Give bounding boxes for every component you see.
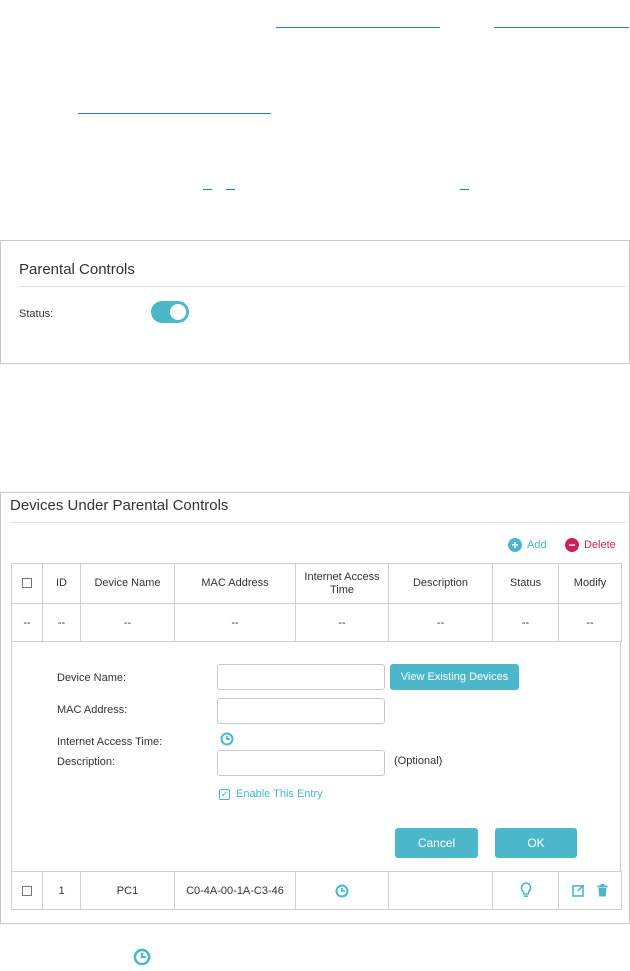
link-underline — [276, 27, 440, 28]
row-device-name: PC1 — [80, 871, 175, 910]
devices-data-table: 1 PC1 C0-4A-00-1A-C3-46 — [11, 871, 622, 910]
delete-label: Delete — [584, 539, 616, 551]
device-name-input[interactable] — [217, 664, 385, 690]
clock-icon[interactable] — [220, 730, 234, 748]
col-header: MAC Address — [174, 563, 296, 604]
enable-entry-label: Enable This Entry — [236, 788, 323, 800]
row-internet-access-time — [295, 871, 389, 910]
panel-divider — [19, 286, 627, 287]
add-button[interactable]: + Add — [508, 538, 547, 552]
placeholder-cell: -- — [42, 603, 81, 642]
ok-button[interactable]: OK — [495, 828, 577, 858]
row-select-cell[interactable] — [11, 871, 43, 910]
placeholder-cell: -- — [388, 603, 493, 642]
table-header-row: ID Device Name MAC Address Internet Acce… — [11, 563, 622, 604]
placeholder-cell: -- — [492, 603, 559, 642]
table-row-placeholder: -- -- -- -- -- -- -- -- — [11, 603, 622, 642]
checkmark-icon: ✓ — [219, 788, 230, 800]
col-header: Device Name — [80, 563, 175, 604]
mac-address-label: MAC Address: — [57, 704, 128, 716]
devices-panel: Devices Under Parental Controls + Add − … — [0, 492, 630, 924]
col-header: Modify — [558, 563, 622, 604]
link-underline — [203, 189, 212, 190]
placeholder-cell: -- — [11, 603, 43, 642]
mac-address-input[interactable] — [217, 698, 385, 724]
status-label: Status: — [19, 308, 54, 320]
select-all-checkbox[interactable] — [22, 578, 32, 589]
link-underline — [460, 189, 469, 190]
panel-divider — [10, 522, 627, 523]
view-existing-devices-button[interactable]: View Existing Devices — [390, 664, 519, 690]
minus-icon: − — [565, 538, 579, 552]
parental-controls-panel: Parental Controls Status: — [0, 240, 630, 364]
status-toggle[interactable] — [151, 301, 189, 323]
panel-title: Devices Under Parental Controls — [10, 497, 229, 514]
row-id: 1 — [42, 871, 81, 910]
panel-title: Parental Controls — [19, 261, 135, 278]
row-checkbox[interactable] — [22, 885, 32, 896]
table-row: 1 PC1 C0-4A-00-1A-C3-46 — [11, 871, 622, 910]
col-header: ID — [42, 563, 81, 604]
row-description — [388, 871, 493, 910]
select-all-cell[interactable] — [11, 563, 43, 604]
enable-entry-checkbox[interactable]: ✓ Enable This Entry — [219, 788, 323, 800]
row-status — [492, 871, 559, 910]
cancel-button[interactable]: Cancel — [395, 828, 478, 858]
row-modify — [558, 871, 622, 910]
description-input[interactable] — [217, 750, 385, 776]
clock-icon[interactable] — [335, 884, 349, 897]
edit-icon[interactable] — [572, 884, 588, 897]
add-label: Add — [527, 539, 547, 551]
col-header: Status — [492, 563, 559, 604]
link-underline — [226, 189, 235, 190]
device-name-label: Device Name: — [57, 672, 127, 684]
link-underline — [494, 27, 629, 28]
description-label: Description: — [57, 756, 116, 768]
optional-note: (Optional) — [394, 755, 443, 767]
placeholder-cell: -- — [558, 603, 622, 642]
edit-form: Device Name: View Existing Devices MAC A… — [11, 641, 621, 871]
trash-icon[interactable] — [597, 884, 608, 897]
toggle-knob — [170, 304, 186, 320]
devices-table: ID Device Name MAC Address Internet Acce… — [11, 563, 622, 642]
delete-button[interactable]: − Delete — [565, 538, 616, 552]
row-mac-address: C0-4A-00-1A-C3-46 — [174, 871, 296, 910]
placeholder-cell: -- — [295, 603, 389, 642]
placeholder-cell: -- — [80, 603, 175, 642]
col-header: Internet Access Time — [295, 563, 389, 604]
placeholder-cell: -- — [174, 603, 296, 642]
link-underline — [78, 113, 271, 114]
internet-access-time-label: Internet Access Time: — [57, 736, 163, 748]
col-header: Description — [388, 563, 493, 604]
plus-icon: + — [508, 538, 522, 552]
lightbulb-icon[interactable] — [520, 882, 532, 897]
